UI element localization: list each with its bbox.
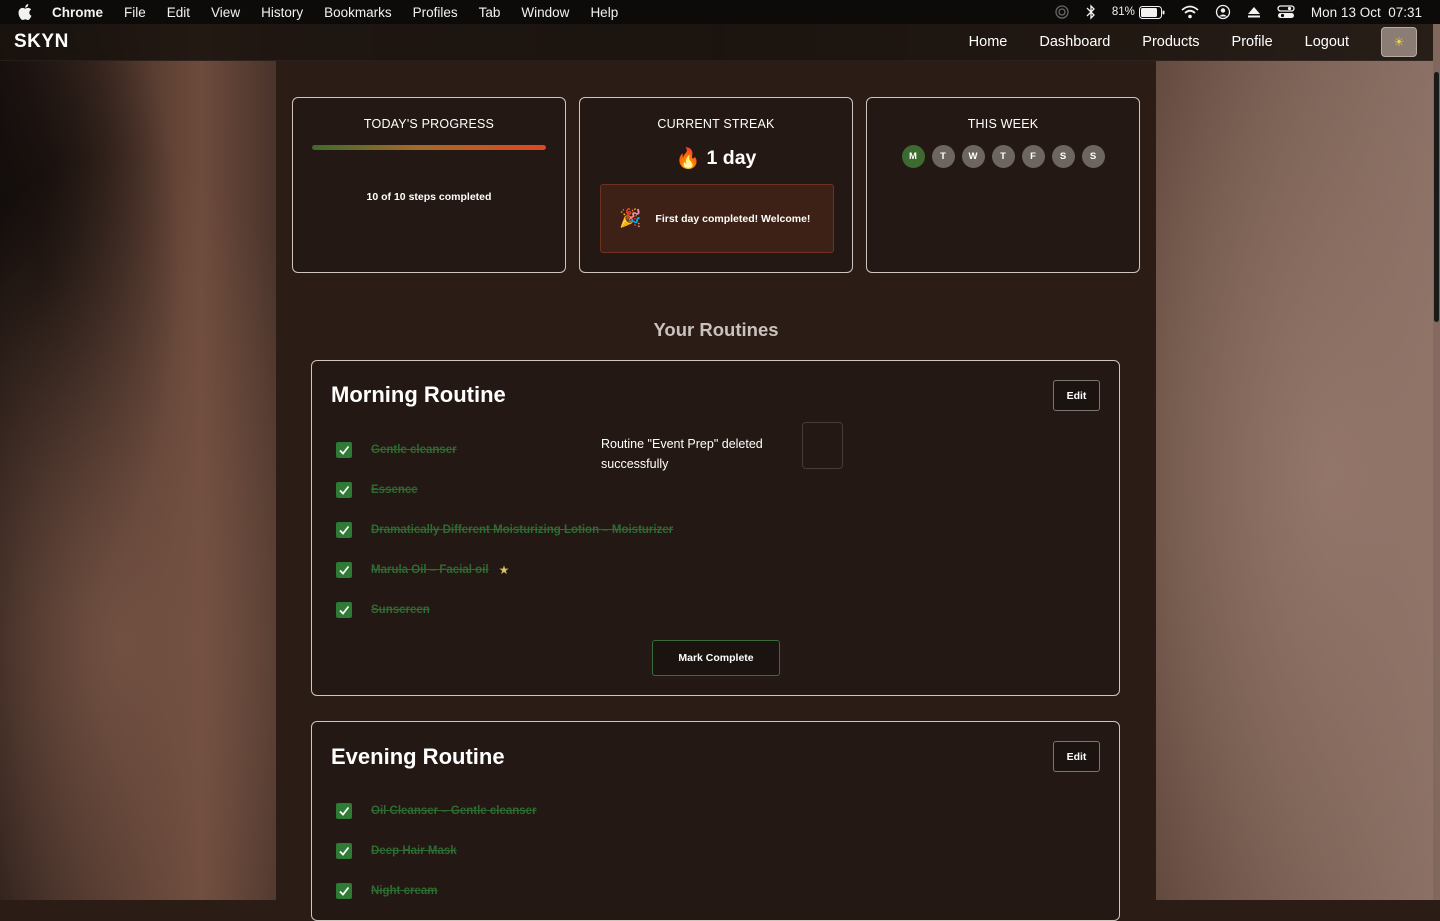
step-label: Sunscreen xyxy=(371,604,430,616)
evening-edit-button[interactable]: Edit xyxy=(1053,741,1100,772)
streak-card: CURRENT STREAK 🔥 1 day 🎉 First day compl… xyxy=(579,97,853,273)
eject-icon[interactable] xyxy=(1247,5,1261,19)
streak-value: 🔥 1 day xyxy=(580,146,852,171)
streak-card-title: CURRENT STREAK xyxy=(657,117,775,131)
toast-close-button[interactable] xyxy=(802,422,843,469)
evening-routine-title: Evening Routine xyxy=(331,744,505,769)
week-days: MTWTFSS xyxy=(867,145,1139,168)
morning-routine-card: Morning Routine Edit Gentle cleanser Ess… xyxy=(311,360,1120,696)
step-checkbox[interactable] xyxy=(336,562,352,578)
nav-links: Home Dashboard Products Profile Logout ☀ xyxy=(969,24,1433,60)
routine-step: Night cream xyxy=(336,871,537,911)
party-popper-icon: 🎉 xyxy=(619,208,642,228)
week-card-title: THIS WEEK xyxy=(967,117,1039,131)
streak-count: 1 day xyxy=(706,147,757,169)
nav-products[interactable]: Products xyxy=(1142,34,1199,50)
wifi-icon[interactable] xyxy=(1181,5,1199,19)
site-navbar: SKYN Home Dashboard Products Profile Log… xyxy=(0,24,1433,61)
routine-step: Dramatically Different Moisturizing Loti… xyxy=(336,510,673,550)
step-checkbox[interactable] xyxy=(336,843,352,859)
step-checkbox[interactable] xyxy=(336,883,352,899)
nav-home[interactable]: Home xyxy=(969,34,1008,50)
battery-status[interactable]: 81% xyxy=(1111,5,1165,19)
step-label: Marula Oil – Facial oil xyxy=(371,564,489,576)
routines-heading: Your Routines xyxy=(653,319,779,340)
menu-history[interactable]: History xyxy=(261,5,303,20)
menu-edit[interactable]: Edit xyxy=(167,5,190,20)
progress-card-title: TODAY'S PROGRESS xyxy=(363,117,495,131)
brand-logo[interactable]: SKYN xyxy=(14,31,69,53)
stats-cards: TODAY'S PROGRESS 10 of 10 steps complete… xyxy=(292,97,1140,273)
week-day-5: S xyxy=(1051,145,1075,168)
step-label: Deep Hair Mask xyxy=(371,845,457,857)
week-day-6: S xyxy=(1081,145,1105,168)
menu-window[interactable]: Window xyxy=(521,5,569,20)
menu-app-name[interactable]: Chrome xyxy=(52,5,103,20)
step-checkbox[interactable] xyxy=(336,442,352,458)
theme-toggle-button[interactable]: ☀ xyxy=(1381,27,1417,57)
battery-percentage: 81% xyxy=(1111,6,1135,18)
progress-bar xyxy=(312,145,546,150)
star-icon: ★ xyxy=(498,563,510,577)
menu-profiles[interactable]: Profiles xyxy=(413,5,458,20)
user-account-icon[interactable] xyxy=(1215,4,1231,20)
week-card: THIS WEEK MTWTFSS xyxy=(866,97,1140,273)
menu-file[interactable]: File xyxy=(124,5,146,20)
evening-routine-card: Evening Routine Edit Oil Cleanser – Gent… xyxy=(311,721,1120,921)
battery-icon xyxy=(1138,5,1165,19)
morning-edit-button[interactable]: Edit xyxy=(1053,380,1100,411)
fire-icon: 🔥 xyxy=(675,148,701,170)
dashboard-main: TODAY'S PROGRESS 10 of 10 steps complete… xyxy=(276,61,1156,921)
progress-card: TODAY'S PROGRESS 10 of 10 steps complete… xyxy=(292,97,566,273)
nav-dashboard[interactable]: Dashboard xyxy=(1039,34,1110,50)
airdrop-icon[interactable] xyxy=(1054,4,1070,20)
week-day-3: T xyxy=(991,145,1015,168)
step-label: Gentle cleanser xyxy=(371,444,457,456)
scrollbar[interactable] xyxy=(1433,24,1440,900)
scrollbar-thumb[interactable] xyxy=(1434,72,1439,322)
step-checkbox[interactable] xyxy=(336,803,352,819)
week-day-1: T xyxy=(931,145,955,168)
bluetooth-icon[interactable] xyxy=(1086,4,1096,20)
progress-text: 10 of 10 steps completed xyxy=(366,191,492,203)
control-center-icon[interactable] xyxy=(1277,5,1295,19)
step-label: Dramatically Different Moisturizing Loti… xyxy=(371,524,674,536)
routine-step: Sunscreen xyxy=(336,590,673,630)
menu-help[interactable]: Help xyxy=(590,5,618,20)
step-label: Night cream xyxy=(371,885,438,897)
routine-step: Oil Cleanser – Gentle cleanser xyxy=(336,791,537,831)
menu-tab[interactable]: Tab xyxy=(479,5,501,20)
streak-message-text: First day completed! Welcome! xyxy=(655,212,811,225)
step-checkbox[interactable] xyxy=(336,522,352,538)
week-day-4: F xyxy=(1021,145,1045,168)
menubar-clock[interactable]: Mon 13 Oct 07:31 xyxy=(1311,5,1422,20)
step-checkbox[interactable] xyxy=(336,602,352,618)
week-day-2: W xyxy=(961,145,985,168)
step-label: Essence xyxy=(371,484,418,496)
mark-complete-button[interactable]: Mark Complete xyxy=(652,640,780,676)
routine-step: Deep Hair Mask xyxy=(336,831,537,871)
sun-icon: ☀ xyxy=(1393,35,1405,49)
nav-profile[interactable]: Profile xyxy=(1232,34,1273,50)
macos-menubar: Chrome File Edit View History Bookmarks … xyxy=(0,0,1440,24)
apple-icon[interactable] xyxy=(18,4,38,20)
streak-message: 🎉 First day completed! Welcome! xyxy=(600,184,834,253)
week-day-0: M xyxy=(901,145,925,168)
routine-step: Essence xyxy=(336,470,673,510)
step-label: Oil Cleanser – Gentle cleanser xyxy=(371,805,537,817)
menu-view[interactable]: View xyxy=(211,5,240,20)
step-checkbox[interactable] xyxy=(336,482,352,498)
morning-routine-title: Morning Routine xyxy=(331,382,506,407)
routine-step: Marula Oil – Facial oil ★ xyxy=(336,550,673,590)
nav-logout[interactable]: Logout xyxy=(1305,34,1349,50)
evening-steps: Oil Cleanser – Gentle cleanser Deep Hair… xyxy=(336,791,537,911)
toast-message: Routine "Event Prep" deleted successfull… xyxy=(601,437,763,471)
menu-bookmarks[interactable]: Bookmarks xyxy=(324,5,392,20)
progress-bar-fill xyxy=(312,145,546,150)
